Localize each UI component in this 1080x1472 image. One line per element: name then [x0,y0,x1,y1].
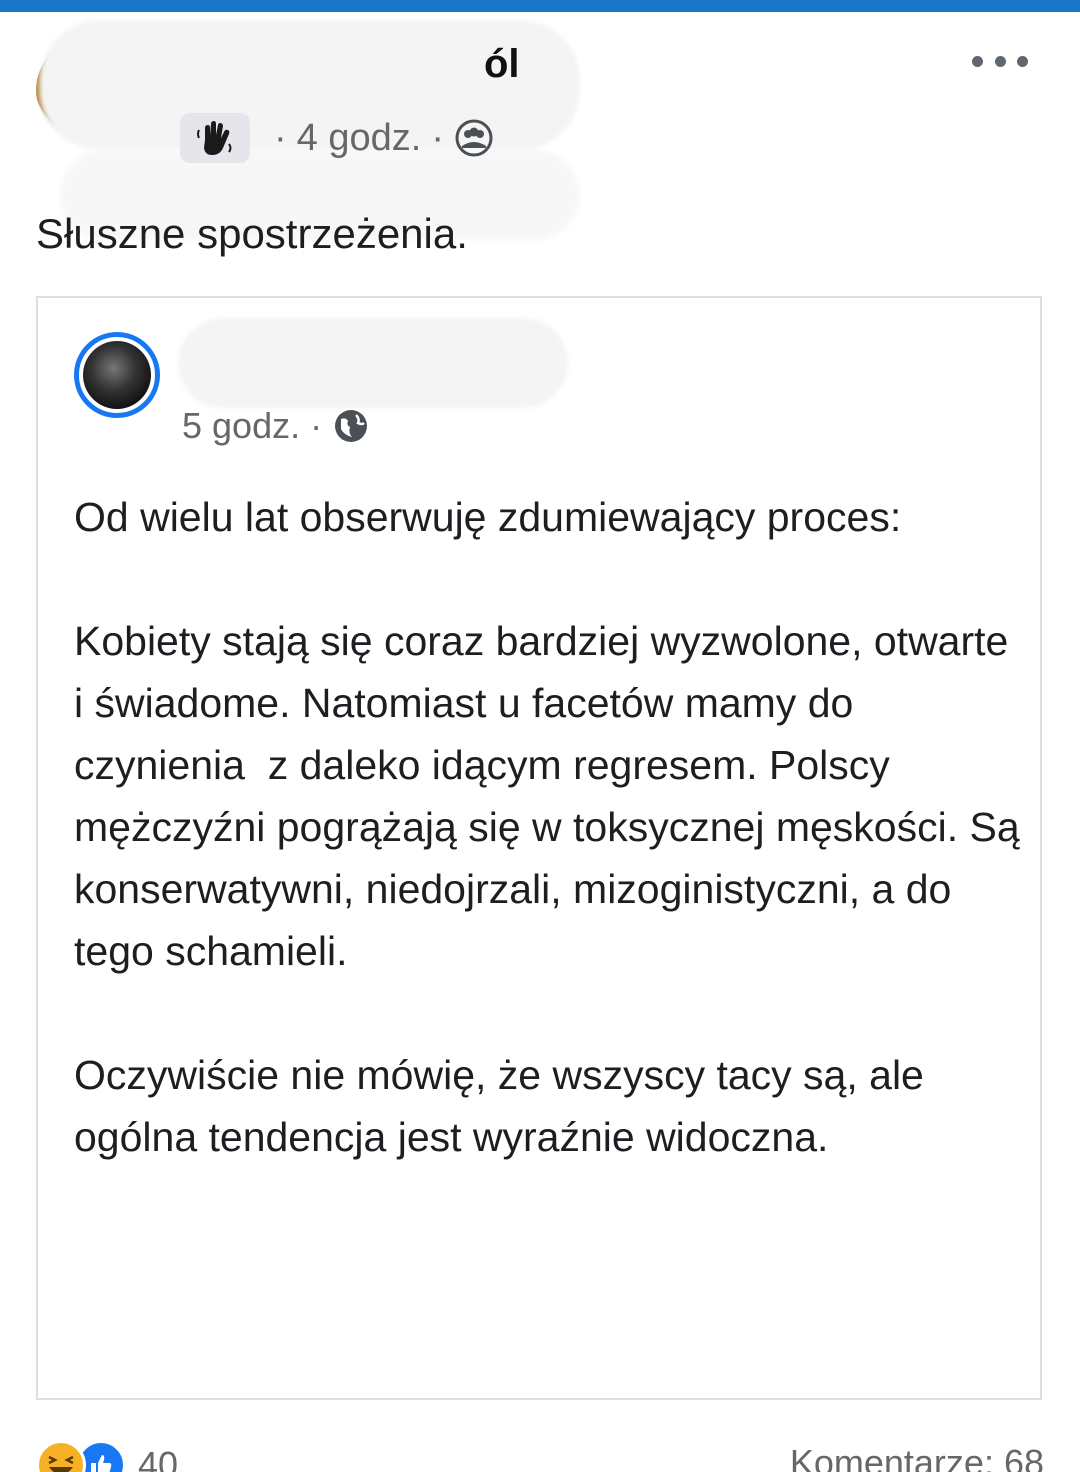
shared-post-paragraph: Od wielu lat obserwuję zdumiewający proc… [74,494,902,540]
post-text: Słuszne spostrzeżenia. [36,210,468,257]
facebook-post-screenshot: ól · 4 godz. · Słuszne spostrzeżenia. 5 … [0,0,1080,1472]
shared-post-card[interactable]: 5 godz. · Od wielu lat obserwuję zdumiew… [36,296,1042,1400]
shared-post-paragraph: Oczywiście nie mówię, że wszyscy tacy są… [74,1052,936,1160]
haha-reaction-icon [36,1440,86,1472]
shared-post-body: Od wielu lat obserwuję zdumiewający proc… [74,486,1024,1230]
shared-post-meta: 5 godz. · [182,402,370,450]
reaction-count[interactable]: 40 [138,1444,178,1472]
top-accent-bar [0,0,1080,12]
post-footer: 40 Komentarze: 68 [36,1436,1044,1472]
wave-hand-icon[interactable] [180,113,250,163]
meta-separator: · [431,116,444,159]
meta-separator: · [274,116,287,159]
globe-icon [332,407,370,445]
author-name[interactable]: ól [484,42,520,87]
shared-post-timestamp[interactable]: 5 godz. [182,405,300,447]
shared-author-avatar[interactable] [74,332,160,418]
meta-separator: · [310,405,323,446]
post-timestamp[interactable]: 4 godz. [297,117,422,160]
redaction-blur [178,318,568,408]
group-icon [454,118,494,158]
reactions-summary[interactable]: 40 [36,1440,178,1472]
comments-count[interactable]: Komentarze: 68 [790,1442,1044,1472]
shared-post-paragraph: Kobiety stają się coraz bardziej wyzwolo… [74,618,1032,974]
post-meta: · 4 godz. · [180,112,494,164]
avatar-photo [83,341,151,409]
more-options-icon[interactable] [972,46,1028,76]
